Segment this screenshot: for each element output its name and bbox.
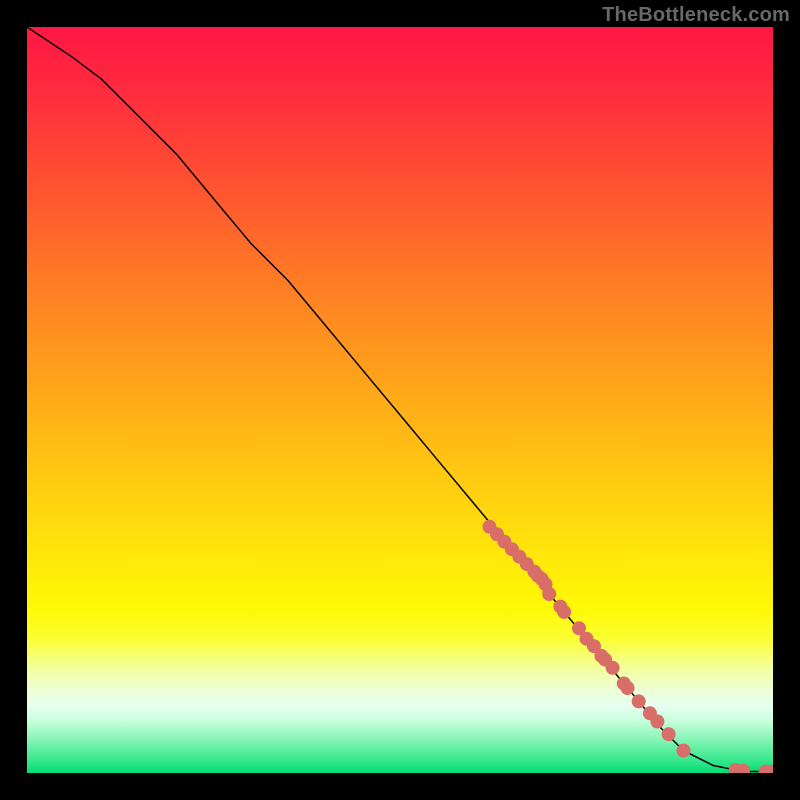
plot-area: [27, 27, 773, 773]
chart-container: TheBottleneck.com: [0, 0, 800, 800]
watermark-text: TheBottleneck.com: [602, 4, 790, 27]
heat-gradient-background: [27, 27, 773, 773]
